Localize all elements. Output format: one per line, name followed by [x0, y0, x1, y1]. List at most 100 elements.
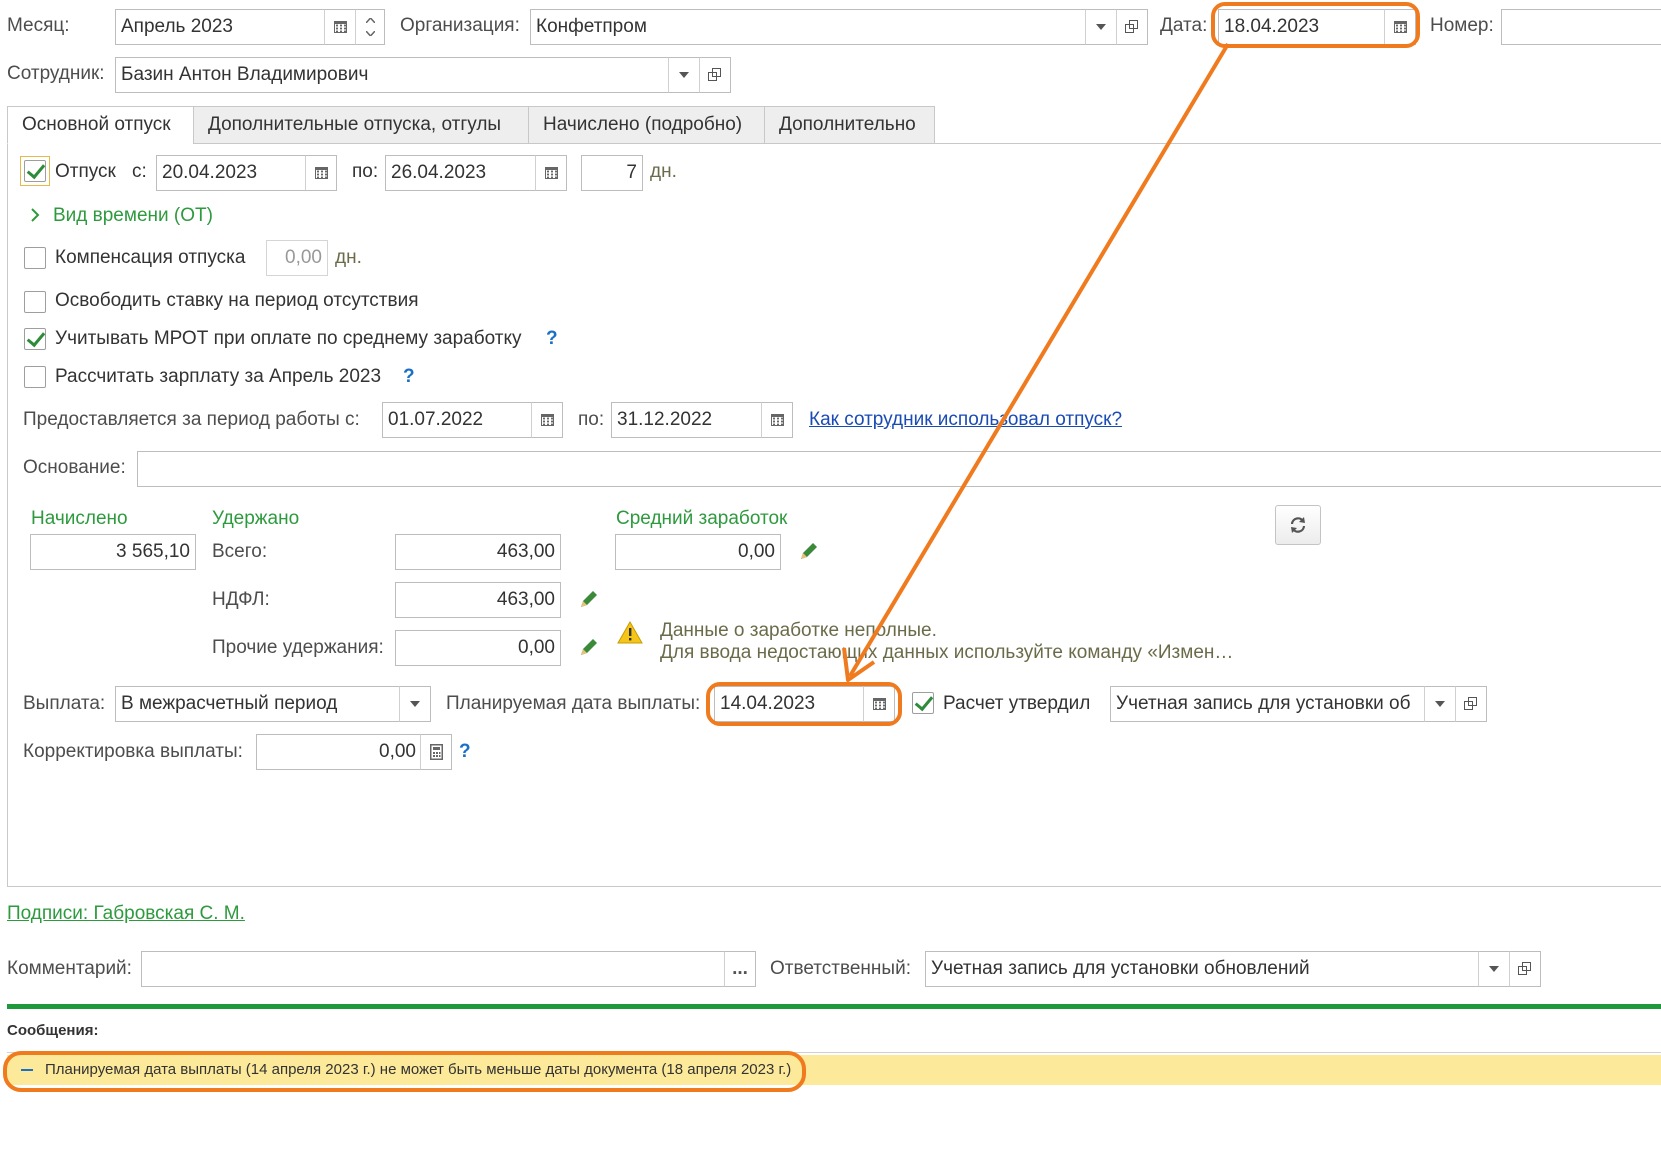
- compensation-label: Компенсация отпуска: [55, 247, 246, 268]
- period-label: Предоставляется за период работы с:: [23, 409, 360, 430]
- accrued-label: Начислено: [31, 508, 128, 529]
- pencil-icon[interactable]: [578, 588, 600, 610]
- warning-icon: [617, 621, 643, 644]
- open-icon: [1518, 962, 1532, 976]
- calendar-icon: [314, 167, 328, 179]
- calendar-icon: [770, 414, 784, 426]
- approved-label: Расчет утвердил: [943, 693, 1091, 714]
- responsible-open-button[interactable]: [1509, 951, 1541, 987]
- open-icon: [708, 68, 722, 82]
- vacation-from-calendar-button[interactable]: [305, 155, 337, 191]
- warning-line2: Для ввода недостающих данных используйте…: [660, 642, 1234, 663]
- chevron-down-icon: [679, 72, 689, 78]
- compensation-checkbox[interactable]: [24, 247, 46, 269]
- compensation-days-input[interactable]: 0,00: [266, 240, 328, 276]
- employee-label: Сотрудник:: [7, 63, 105, 84]
- withheld-total-label: Всего:: [212, 541, 268, 562]
- compensation-days-unit: дн.: [335, 247, 362, 268]
- vacation-days-unit: дн.: [650, 161, 677, 182]
- vacation-from-label: с:: [132, 161, 147, 182]
- comment-input[interactable]: [141, 951, 726, 987]
- planned-date-label: Планируемая дата выплаты:: [446, 693, 701, 714]
- vacation-to-input[interactable]: 26.04.2023: [385, 155, 536, 191]
- messages-title: Сообщения:: [7, 1022, 99, 1039]
- org-open-button[interactable]: [1116, 9, 1148, 45]
- pencil-icon[interactable]: [798, 540, 820, 562]
- spin-down-icon[interactable]: [365, 31, 375, 36]
- chevron-down-icon: [1096, 24, 1106, 30]
- vacation-from-input[interactable]: 20.04.2023: [156, 155, 306, 191]
- release-rate-checkbox[interactable]: [24, 291, 46, 313]
- calc-salary-checkbox[interactable]: [24, 366, 46, 388]
- vacation-days-input[interactable]: 7: [581, 155, 643, 191]
- approver-dropdown-button[interactable]: [1424, 686, 1456, 722]
- correction-input[interactable]: 0,00: [256, 734, 422, 770]
- vacation-to-label: по:: [352, 161, 379, 182]
- calculator-icon: [429, 744, 443, 760]
- comment-more-button[interactable]: ...: [724, 951, 756, 987]
- month-label: Месяц:: [7, 15, 70, 36]
- calc-salary-help[interactable]: ?: [403, 366, 415, 388]
- tab-additional[interactable]: Дополнительно: [764, 106, 935, 144]
- period-to-calendar-button[interactable]: [761, 402, 793, 438]
- vacation-usage-link[interactable]: Как сотрудник использовал отпуск?: [809, 409, 1122, 431]
- vacation-checkbox[interactable]: [24, 160, 46, 182]
- number-input[interactable]: [1501, 9, 1661, 45]
- open-icon: [1125, 20, 1139, 34]
- release-rate-label: Освободить ставку на период отсутствия: [55, 290, 419, 311]
- refresh-button[interactable]: [1275, 505, 1321, 545]
- approver-open-button[interactable]: [1455, 686, 1487, 722]
- vacation-label: Отпуск: [55, 161, 116, 182]
- employee-open-button[interactable]: [699, 57, 731, 93]
- calendar-icon: [333, 21, 347, 33]
- org-input[interactable]: Конфетпром: [530, 9, 1086, 45]
- responsible-dropdown-button[interactable]: [1478, 951, 1510, 987]
- responsible-label: Ответственный:: [770, 958, 911, 979]
- period-to-label: по:: [578, 409, 605, 430]
- messages-divider: [7, 1004, 1661, 1009]
- comment-label: Комментарий:: [7, 958, 132, 979]
- ndfl-value: 463,00: [395, 582, 561, 618]
- mrot-help[interactable]: ?: [546, 328, 558, 350]
- signatures-link[interactable]: Подписи: Габровская С. М.: [7, 903, 245, 925]
- basis-input[interactable]: [137, 451, 1661, 487]
- responsible-input[interactable]: Учетная запись для установки обновлений: [925, 951, 1481, 987]
- approver-input[interactable]: Учетная запись для установки об: [1110, 686, 1426, 722]
- correction-help[interactable]: ?: [459, 741, 471, 763]
- chevron-down-icon: [1489, 966, 1499, 972]
- period-from-input[interactable]: 01.07.2022: [382, 402, 532, 438]
- avg-earnings-label: Средний заработок: [616, 508, 788, 529]
- correction-label: Корректировка выплаты:: [23, 741, 243, 762]
- tab-accrued-detail[interactable]: Начислено (подробно): [528, 106, 765, 144]
- time-kind-link[interactable]: Вид времени (ОТ): [53, 205, 213, 227]
- month-spinner[interactable]: [355, 9, 385, 45]
- period-from-calendar-button[interactable]: [531, 402, 563, 438]
- month-calendar-button[interactable]: [324, 9, 356, 45]
- chevron-down-icon: [1435, 701, 1445, 707]
- month-input[interactable]: Апрель 2023: [115, 9, 325, 45]
- employee-input[interactable]: Базин Антон Владимирович: [115, 57, 670, 93]
- mrot-checkbox[interactable]: [24, 328, 46, 350]
- org-dropdown-button[interactable]: [1085, 9, 1117, 45]
- mrot-label: Учитывать МРОТ при оплате по среднему за…: [55, 328, 522, 349]
- correction-calc-button[interactable]: [420, 734, 452, 770]
- payment-dropdown-button[interactable]: [399, 686, 431, 722]
- pencil-icon[interactable]: [578, 636, 600, 658]
- calendar-icon: [544, 167, 558, 179]
- planned-date-highlight: [706, 682, 902, 726]
- tab-main-vacation[interactable]: Основной отпуск: [7, 106, 194, 144]
- chevron-right-icon[interactable]: [30, 207, 40, 223]
- approved-checkbox[interactable]: [912, 692, 934, 714]
- vacation-to-calendar-button[interactable]: [535, 155, 567, 191]
- refresh-icon: [1290, 517, 1306, 533]
- payment-select[interactable]: В межрасчетный период: [115, 686, 401, 722]
- org-label: Организация:: [400, 15, 520, 36]
- message-highlight: [3, 1051, 806, 1092]
- tab-additional-vacations[interactable]: Дополнительные отпуска, отгулы: [193, 106, 529, 144]
- employee-dropdown-button[interactable]: [668, 57, 700, 93]
- other-withheld-value: 0,00: [395, 630, 561, 666]
- date-label: Дата:: [1160, 15, 1208, 36]
- period-to-input[interactable]: 31.12.2022: [611, 402, 762, 438]
- spin-up-icon[interactable]: [365, 18, 375, 23]
- basis-label: Основание:: [23, 457, 126, 478]
